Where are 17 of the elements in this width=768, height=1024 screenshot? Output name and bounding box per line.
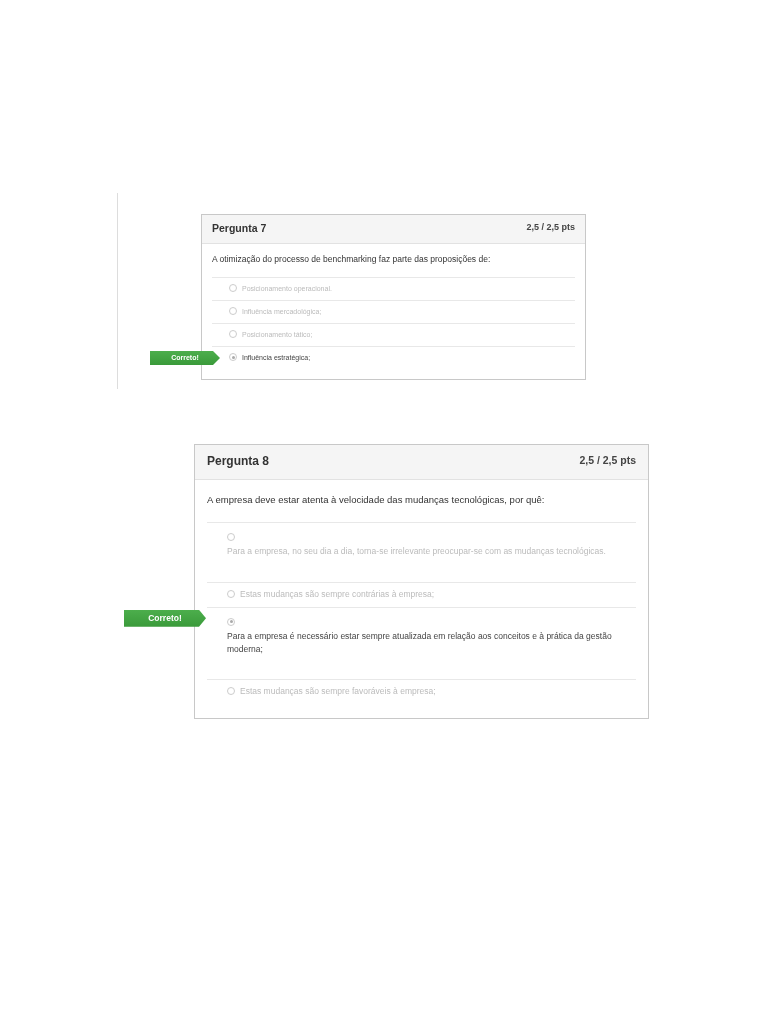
radio-button[interactable]: [227, 533, 235, 541]
points-score: 2,5 / 2,5 pts: [579, 454, 636, 466]
radio-button[interactable]: [229, 353, 237, 361]
radio-button[interactable]: [229, 307, 237, 315]
points-score: 2,5 / 2,5 pts: [526, 222, 575, 232]
answer-option: Para a empresa é necessário estar sempre atualizada em relação aos conceitos e à prática da gestão moderna;: [227, 629, 616, 656]
question-title: Pergunta 8: [207, 454, 269, 468]
question-title: Pergunta 7: [212, 222, 267, 234]
correct-flag: Correto!: [124, 609, 206, 627]
radio-button[interactable]: [227, 589, 235, 598]
question-text: A empresa deve estar atenta à velocidade das mudanças tecnológicas, por quê:: [207, 494, 546, 507]
question-text: A otimização do processo de benchmarking faz parte das proposições de:: [212, 254, 492, 266]
radio-button[interactable]: [227, 617, 235, 626]
radio-button[interactable]: [227, 687, 235, 696]
answer-option: Estas mudanças são sempre favoráveis à empresa;: [240, 686, 436, 697]
radio-button[interactable]: [229, 330, 237, 338]
radio-button[interactable]: [229, 284, 237, 292]
